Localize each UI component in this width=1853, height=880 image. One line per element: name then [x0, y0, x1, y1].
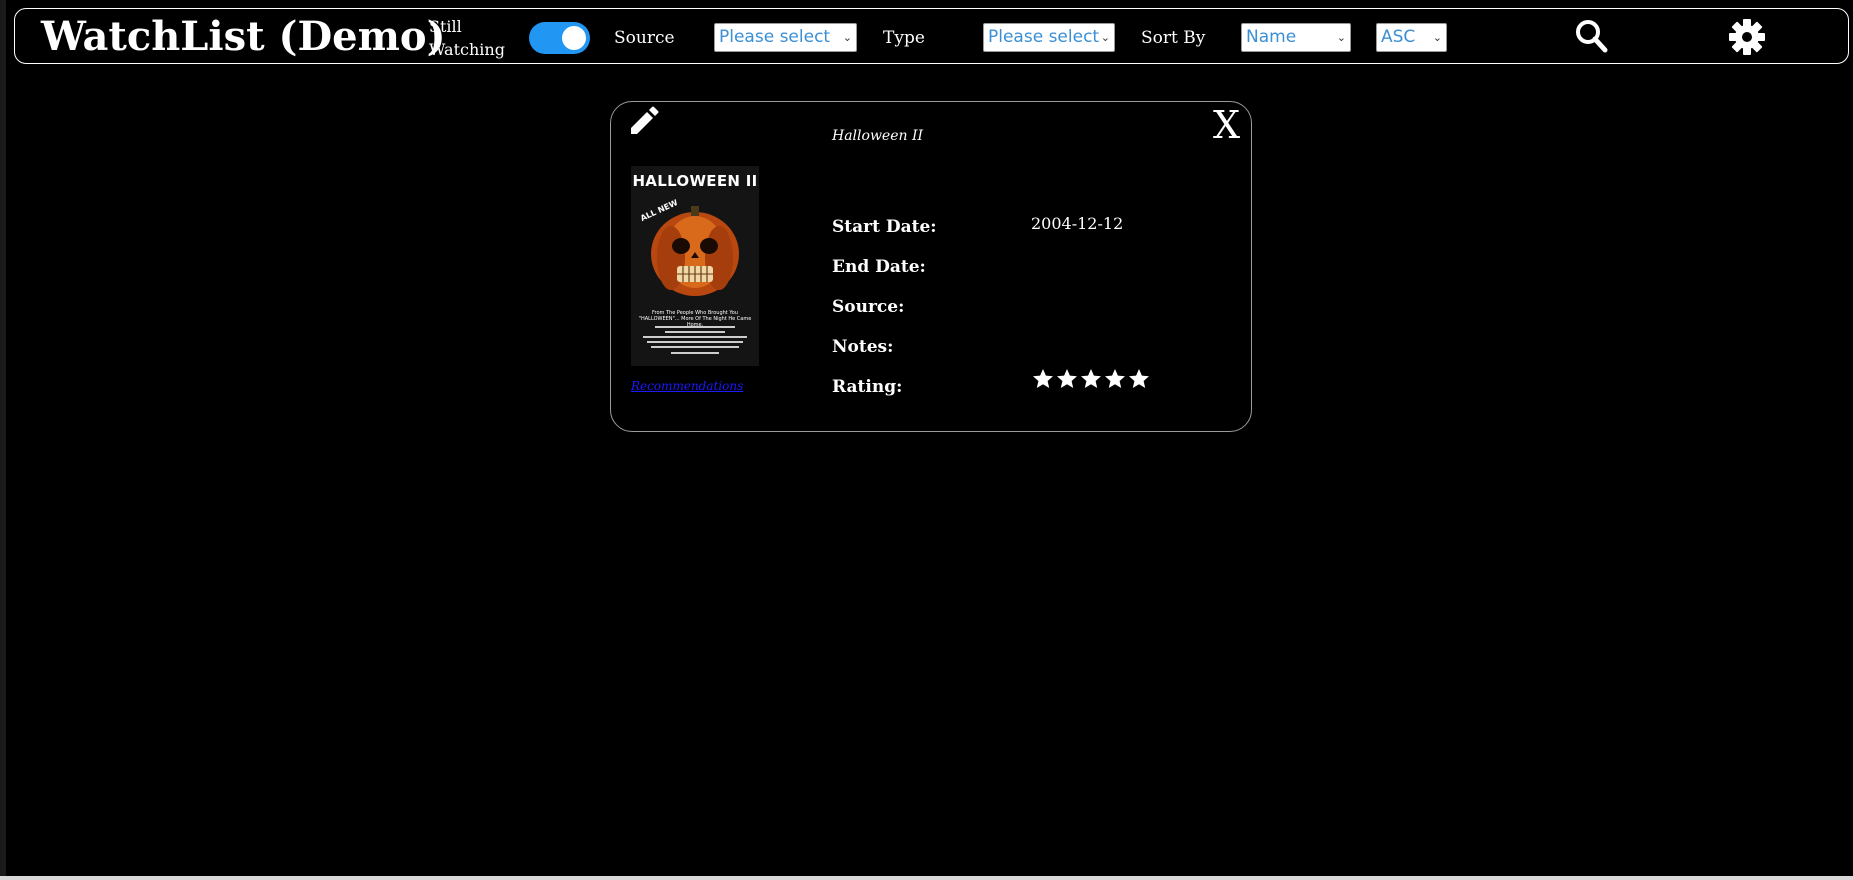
top-navbar: WatchList (Demo) Still Watching Source P…: [14, 8, 1849, 64]
window-bottom-edge: [0, 876, 1853, 880]
type-filter-label: Type: [883, 28, 925, 48]
pencil-icon: [631, 106, 659, 134]
search-icon: [1576, 20, 1608, 53]
movie-title: Halloween II: [832, 128, 924, 144]
sort-by-value: Name: [1246, 27, 1297, 47]
edit-button[interactable]: [627, 104, 661, 138]
type-filter-select[interactable]: Please select ⌄: [983, 23, 1115, 52]
toggle-knob: [562, 26, 586, 50]
sort-by-label: Sort By: [1141, 28, 1206, 48]
still-watching-toggle[interactable]: [529, 22, 590, 54]
poster-credits: [643, 326, 747, 354]
source-filter-label: Source: [614, 28, 675, 48]
chevron-down-icon: ⌄: [1336, 31, 1346, 44]
still-watching-label: Still Watching: [429, 17, 505, 59]
source-label: Source:: [832, 297, 905, 317]
chevron-down-icon: ⌄: [1432, 31, 1442, 44]
sort-order-value: ASC: [1381, 27, 1416, 47]
star-icon[interactable]: [1127, 367, 1151, 391]
close-card-button[interactable]: X: [1213, 106, 1240, 144]
rating-label: Rating:: [832, 377, 903, 397]
end-date-label: End Date:: [832, 257, 926, 277]
app-title: WatchList (Demo): [41, 13, 446, 60]
watchlist-card: X Halloween II HALLOWEEN II ALL NEW From…: [610, 101, 1252, 432]
star-rating[interactable]: [1031, 367, 1151, 391]
notes-label: Notes:: [832, 337, 894, 357]
star-icon[interactable]: [1031, 367, 1055, 391]
chevron-down-icon: ⌄: [1100, 31, 1110, 44]
star-icon[interactable]: [1079, 367, 1103, 391]
window-left-edge: [0, 0, 6, 880]
movie-poster[interactable]: HALLOWEEN II ALL NEW From The People Who…: [631, 166, 759, 366]
settings-button[interactable]: [1726, 16, 1768, 58]
sort-by-select[interactable]: Name ⌄: [1241, 23, 1351, 52]
start-date-label: Start Date:: [832, 217, 937, 237]
start-date-value: 2004-12-12: [1031, 214, 1124, 233]
star-icon[interactable]: [1055, 367, 1079, 391]
source-filter-select[interactable]: Please select ⌄: [714, 23, 857, 52]
chevron-down-icon: ⌄: [842, 31, 852, 44]
source-select-value: Please select: [719, 27, 831, 47]
gear-icon: [1729, 19, 1765, 55]
recommendations-link[interactable]: Recommendations: [631, 379, 743, 393]
type-select-value: Please select: [988, 27, 1100, 47]
sort-order-select[interactable]: ASC ⌄: [1376, 23, 1447, 52]
search-button[interactable]: [1572, 17, 1612, 57]
star-icon[interactable]: [1103, 367, 1127, 391]
